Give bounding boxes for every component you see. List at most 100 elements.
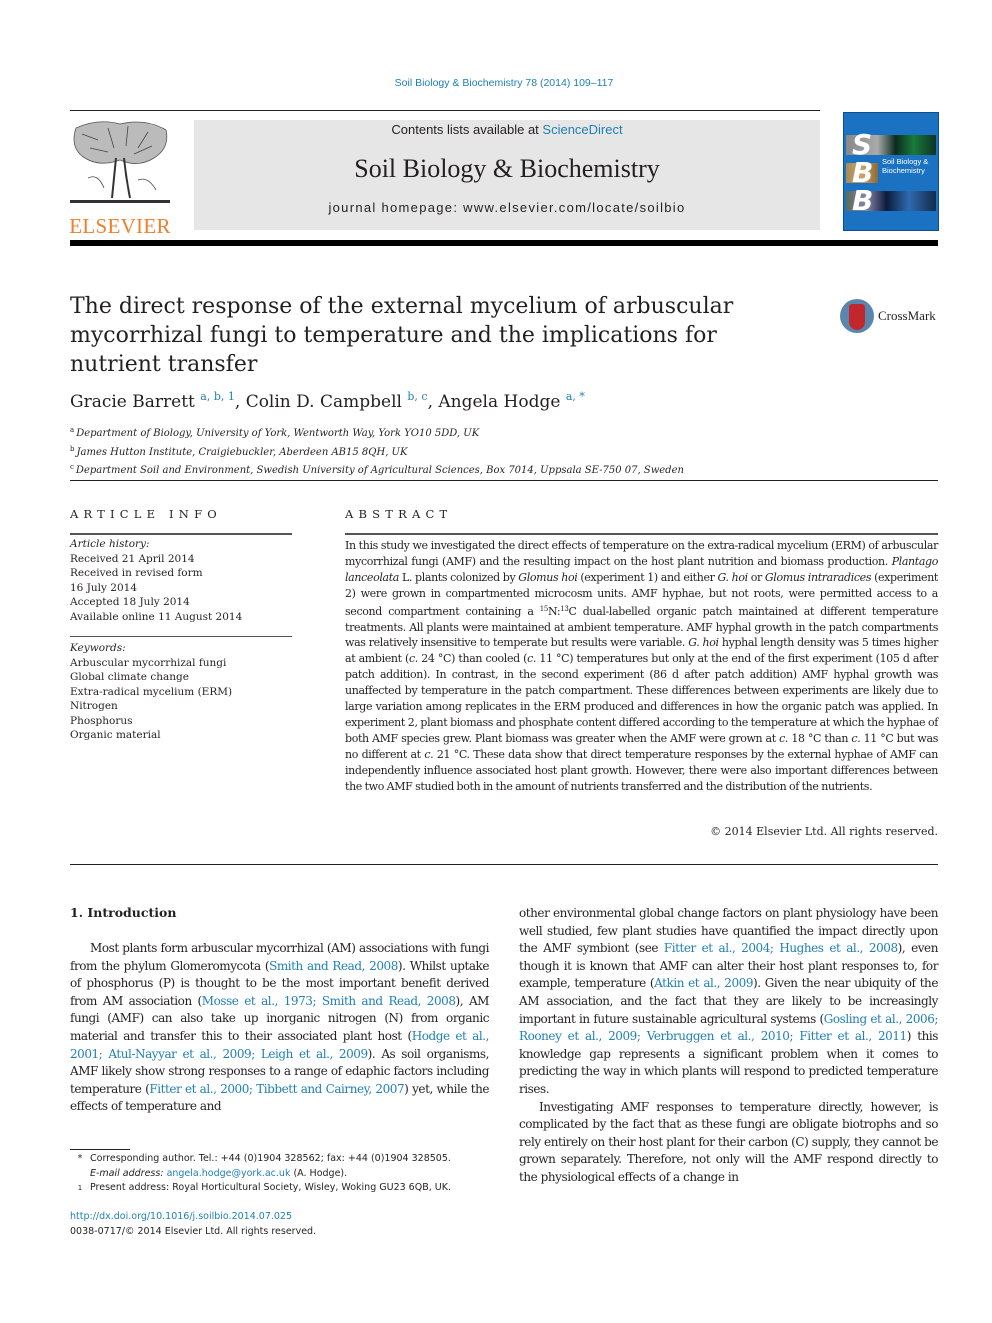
affiliation: a Department of Biology, University of Yo… (70, 423, 684, 442)
abstract-heading: ABSTRACT (345, 507, 453, 521)
italic-text: G. hoi (717, 570, 748, 584)
history-item: Available online 11 August 2014 (70, 610, 243, 623)
doi-link[interactable]: http://dx.doi.org/10.1016/j.soilbio.2014… (70, 1211, 292, 1222)
email-suffix: (A. Hodge). (290, 1167, 348, 1179)
header-rule (70, 110, 820, 111)
italic-text: G. hoi (688, 636, 719, 650)
paragraph: Most plants form arbuscular mycorrhizal … (70, 940, 489, 1116)
elsevier-tree-icon (68, 118, 172, 208)
crossmark-label: CrossMark (878, 308, 936, 323)
sciencedirect-link[interactable]: ScienceDirect (542, 122, 622, 137)
cover-letter: B (852, 184, 874, 217)
author-affiliation-marks[interactable]: a, * (566, 390, 585, 403)
masthead-rule (70, 240, 938, 246)
crossmark-button[interactable]: CrossMark (840, 296, 950, 336)
section-heading: 1. Introduction (70, 905, 177, 920)
elsevier-logo[interactable]: ELSEVIER (68, 118, 172, 238)
body-column-left: Most plants form arbuscular mycorrhizal … (70, 940, 489, 1116)
footnotes: * Corresponding author. Tel.: +44 (0)190… (70, 1152, 500, 1200)
author-name[interactable]: Gracie Barrett (70, 392, 195, 412)
cover-title-line: Soil Biology & (882, 157, 929, 166)
cover-title: Soil Biology & Biochemistry (882, 157, 928, 175)
keyword: Global climate change (70, 671, 189, 683)
article-info-rule (70, 533, 292, 535)
contents-line: Contents lists available at ScienceDirec… (194, 122, 820, 137)
journal-title: Soil Biology & Biochemistry (354, 154, 660, 183)
footnote-text: Present address: Royal Horticultural Soc… (90, 1182, 451, 1193)
italic-text: Glomus hoi (518, 570, 578, 584)
keyword: Extra-radical mycelium (ERM) (70, 685, 233, 698)
email-link[interactable]: angela.hodge@york.ac.uk (167, 1168, 291, 1179)
text-run: N: (547, 604, 561, 618)
footnote-mark: * (77, 1153, 83, 1164)
keywords: Keywords: Arbuscular mycorrhizal fungi G… (70, 641, 232, 743)
body-rule (70, 864, 938, 865)
text-run: L. plants colonized by (399, 570, 519, 584)
author-separator: , (234, 392, 246, 412)
paragraph: Investigating AMF responses to temperatu… (519, 1099, 938, 1187)
citation-link[interactable]: Atkin et al., 2009 (654, 976, 753, 990)
superscript: 15 (539, 604, 549, 613)
citation-link[interactable]: Fitter et al., 2000; Tibbett and Cairney… (149, 1082, 404, 1096)
author-name[interactable]: Angela Hodge (438, 392, 560, 412)
text-run: 21 °C. These data show that direct tempe… (345, 747, 938, 793)
journal-homepage-link[interactable]: journal homepage: www.elsevier.com/locat… (194, 200, 820, 215)
affiliation-rule (70, 480, 938, 481)
cover-title-line: Biochemistry (882, 166, 925, 175)
affiliation-mark: c (70, 463, 74, 471)
author-affiliation-marks[interactable]: a, b, 1 (200, 390, 235, 403)
journal-masthead: Contents lists available at ScienceDirec… (194, 120, 820, 230)
text-run: or (747, 570, 765, 584)
author-affiliation-marks[interactable]: b, c (407, 390, 427, 403)
article-history: Article history: Received 21 April 2014 … (70, 537, 242, 624)
paragraph: other environmental global change factor… (519, 905, 938, 1099)
keyword: Phosphorus (70, 714, 133, 727)
footnote: * Corresponding author. Tel.: +44 (0)190… (70, 1152, 500, 1167)
footnote: 1 Present address: Royal Horticultural S… (70, 1181, 500, 1200)
citation-link[interactable]: Smith and Read, 2008 (269, 959, 398, 973)
footnote-text: E-mail address: angela.hodge@york.ac.uk … (90, 1167, 347, 1182)
contents-prefix: Contents lists available at (391, 122, 543, 137)
footnote-mark: 1 (70, 1181, 90, 1200)
footnote-rule (70, 1149, 130, 1150)
italic-text: c. (779, 731, 789, 745)
abstract-rule (345, 533, 938, 535)
article-info-heading: ARTICLE INFO (70, 507, 222, 521)
history-item: Received in revised form (70, 567, 203, 579)
affiliation-text: Department Soil and Environment, Swedish… (75, 465, 684, 476)
citation-link[interactable]: Mosse et al., 1973; Smith and Read, 2008 (202, 994, 456, 1008)
abstract-text: In this study we investigated the direct… (345, 538, 938, 795)
footnote-mark-number: 1 (77, 1184, 83, 1192)
footnote-text: Corresponding author. Tel.: +44 (0)1904 … (90, 1153, 451, 1164)
affiliation: b James Hutton Institute, Craigiebuckler,… (70, 442, 684, 461)
body-column-right: other environmental global change factor… (519, 905, 938, 1187)
cover-letter: S (852, 128, 873, 161)
text-run: 18 °C than (788, 731, 852, 745)
journal-cover-thumbnail[interactable]: S B B Soil Biology & Biochemistry (843, 112, 939, 231)
article-title: The direct response of the external myce… (70, 294, 734, 377)
elsevier-wordmark: ELSEVIER (69, 214, 171, 238)
crossmark-icon (840, 299, 874, 333)
footnote: E-mail address: angela.hodge@york.ac.uk … (70, 1167, 500, 1182)
italic-text: c. (424, 747, 434, 761)
history-item: Accepted 18 July 2014 (70, 596, 190, 608)
text-run: In this study we investigated the direct… (345, 539, 938, 568)
history-item: Received 21 April 2014 (70, 552, 195, 565)
affiliation: c Department Soil and Environment, Swedis… (70, 460, 684, 479)
affiliation-mark: b (70, 444, 75, 453)
italic-text: Glomus intraradices (764, 570, 872, 584)
keywords-rule (70, 636, 292, 637)
citation-link[interactable]: Fitter et al., 2004; Hughes et al., 2008 (664, 941, 898, 955)
text-run: (experiment 1) and either (577, 570, 718, 584)
issn-copyright: 0038-0717/© 2014 Elsevier Ltd. All right… (70, 1226, 317, 1237)
text-run: 24 °C) than cooled ( (417, 652, 528, 666)
italic-text: c. (527, 652, 537, 666)
keyword: Arbuscular mycorrhizal fungi (70, 656, 227, 669)
author-name[interactable]: Colin D. Campbell (246, 392, 402, 412)
affiliations: a Department of Biology, University of Yo… (70, 423, 684, 479)
running-head[interactable]: Soil Biology & Biochemistry 78 (2014) 10… (0, 77, 992, 89)
author-separator: , (427, 392, 439, 412)
text-run: Investigating AMF responses to temperatu… (519, 1099, 938, 1184)
keyword: Nitrogen (70, 700, 118, 712)
author-list: Gracie Barrett a, b, 1, Colin D. Campbel… (70, 390, 585, 412)
